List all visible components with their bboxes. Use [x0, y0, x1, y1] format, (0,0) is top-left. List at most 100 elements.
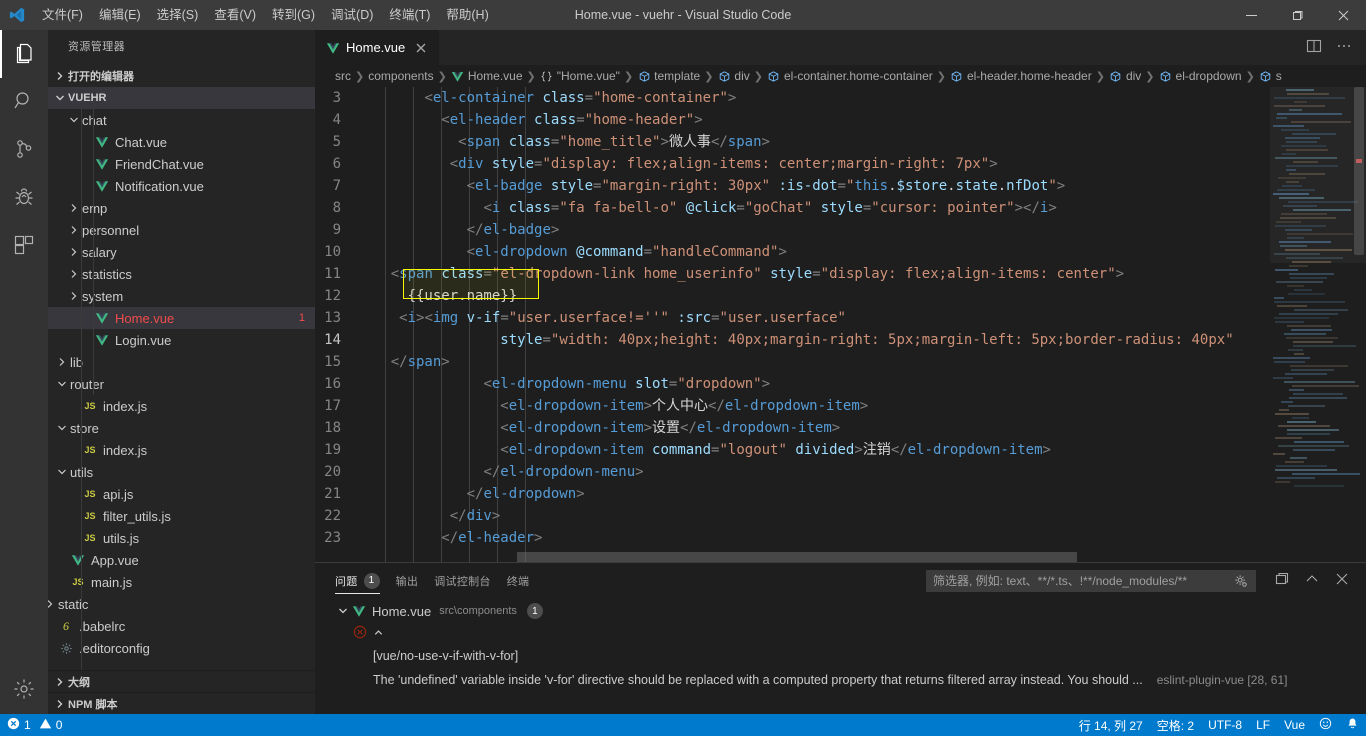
section-npm-scripts[interactable]: NPM 脚本: [48, 692, 315, 714]
breadcrumb-item-src[interactable]: src: [335, 69, 351, 83]
status-cursor-position[interactable]: 行 14, 列 27: [1072, 714, 1150, 736]
code-line[interactable]: 10 <el-dropdown @command="handleCommand"…: [315, 241, 1270, 263]
tree-item-index-js[interactable]: JS index.js: [48, 395, 315, 417]
code-line[interactable]: 13 <i><img v-if="user.userface!=''" :src…: [315, 307, 1270, 329]
code-line[interactable]: 16 <el-dropdown-menu slot="dropdown">: [315, 373, 1270, 395]
tree-item-login-vue[interactable]: Login.vue: [48, 329, 315, 351]
tree-item-system[interactable]: system: [48, 285, 315, 307]
problem-entry-header[interactable]: [315, 622, 1366, 644]
status-feedback[interactable]: [1312, 714, 1339, 736]
code-line[interactable]: 11 <span class="el-dropdown-link home_us…: [315, 263, 1270, 285]
minimize-button[interactable]: [1228, 0, 1274, 30]
tree-item-statistics[interactable]: statistics: [48, 263, 315, 285]
tree-item-home-vue[interactable]: Home.vue 1: [48, 307, 315, 329]
tree-item--editorconfig[interactable]: .editorconfig: [48, 637, 315, 659]
code-line[interactable]: 8 <i class="fa fa-bell-o" @click="goChat…: [315, 197, 1270, 219]
filter-gear-icon[interactable]: [1233, 573, 1249, 589]
collapse-panel-button[interactable]: [1298, 567, 1326, 595]
code-line[interactable]: 5 <span class="home_title">微人事</span>: [315, 131, 1270, 153]
code-line[interactable]: 19 <el-dropdown-item command="logout" di…: [315, 439, 1270, 461]
code-line[interactable]: 7 <el-badge style="margin-right: 30px" :…: [315, 175, 1270, 197]
activity-explorer[interactable]: [0, 30, 48, 78]
code-editor[interactable]: 3 <el-container class="home-container"> 4…: [315, 87, 1366, 562]
breadcrumb-item-components[interactable]: components: [368, 69, 433, 83]
tab-close-icon[interactable]: [413, 40, 429, 56]
status-language-mode[interactable]: Vue: [1277, 714, 1312, 736]
menu-help[interactable]: 帮助(H): [438, 0, 496, 30]
tree-item-static[interactable]: static: [48, 593, 315, 615]
code-line[interactable]: 4 <el-header class="home-header">: [315, 109, 1270, 131]
tree-item-chat-vue[interactable]: Chat.vue: [48, 131, 315, 153]
status-indentation[interactable]: 空格: 2: [1150, 714, 1201, 736]
panel-tab-problems[interactable]: 问题 1: [335, 563, 380, 598]
menu-selection[interactable]: 选择(S): [149, 0, 207, 30]
tree-item--babelrc[interactable]: 6 .babelrc: [48, 615, 315, 637]
activity-debug[interactable]: [0, 174, 48, 222]
tree-item-utils[interactable]: utils: [48, 461, 315, 483]
menu-bar[interactable]: 文件(F) 编辑(E) 选择(S) 查看(V) 转到(G) 调试(D) 终端(T…: [34, 0, 497, 30]
activity-source-control[interactable]: [0, 126, 48, 174]
code-line[interactable]: 22 </div>: [315, 505, 1270, 527]
breadcrumb-item-template[interactable]: template: [637, 69, 700, 83]
menu-view[interactable]: 查看(V): [206, 0, 264, 30]
maximize-button[interactable]: [1274, 0, 1320, 30]
breadcrumb-item-div[interactable]: div: [717, 69, 750, 83]
split-editor-button[interactable]: [1300, 30, 1328, 65]
breadcrumb[interactable]: src ❯ components ❯ Home.vue ❯ "Home.vue" ❯ templ…: [315, 65, 1366, 87]
tree-item-salary[interactable]: salary: [48, 241, 315, 263]
explorer-tree[interactable]: chat Chat.vue FriendChat.vue Notification.v…: [48, 109, 315, 670]
tree-item-personnel[interactable]: personnel: [48, 219, 315, 241]
tree-item-router[interactable]: router: [48, 373, 315, 395]
tree-item-notification-vue[interactable]: Notification.vue: [48, 175, 315, 197]
close-panel-button[interactable]: [1328, 567, 1356, 595]
maximize-panel-button[interactable]: [1268, 567, 1296, 595]
tree-item-lib[interactable]: lib: [48, 351, 315, 373]
status-problems[interactable]: 1 0: [0, 714, 69, 736]
tree-item-store[interactable]: store: [48, 417, 315, 439]
panel-tab-output[interactable]: 输出: [396, 563, 419, 598]
tree-item-utils-js[interactable]: JS utils.js: [48, 527, 315, 549]
breadcrumb-item-home-vue[interactable]: Home.vue: [451, 69, 523, 83]
tree-item-api-js[interactable]: JS api.js: [48, 483, 315, 505]
code-line[interactable]: 18 <el-dropdown-item>设置</el-dropdown-ite…: [315, 417, 1270, 439]
editor-vertical-scrollbar[interactable]: [1352, 87, 1366, 562]
status-encoding[interactable]: UTF-8: [1201, 714, 1249, 736]
code-line[interactable]: 9 </el-badge>: [315, 219, 1270, 241]
problems-filter-input[interactable]: [933, 573, 1233, 588]
tree-item-index-js[interactable]: JS index.js: [48, 439, 315, 461]
close-button[interactable]: [1320, 0, 1366, 30]
code-line[interactable]: 17 <el-dropdown-item>个人中心</el-dropdown-i…: [315, 395, 1270, 417]
section-open-editors[interactable]: 打开的编辑器: [48, 65, 315, 87]
code-line[interactable]: 15 </span>: [315, 351, 1270, 373]
menu-terminal[interactable]: 终端(T): [381, 0, 438, 30]
breadcrumb-item-el-container-home-container[interactable]: el-container.home-container: [767, 69, 933, 83]
panel-tab-terminal[interactable]: 终端: [507, 563, 530, 598]
editor-horizontal-scrollbar[interactable]: [357, 552, 1207, 562]
breadcrumb-item-div[interactable]: div: [1109, 69, 1141, 83]
code-line[interactable]: 14 style="width: 40px;height: 40px;margi…: [315, 329, 1270, 351]
code-line[interactable]: 20 </el-dropdown-menu>: [315, 461, 1270, 483]
breadcrumb-item--home-vue-[interactable]: "Home.vue": [540, 69, 620, 83]
menu-debug[interactable]: 调试(D): [323, 0, 381, 30]
tab-home-vue[interactable]: Home.vue: [315, 30, 440, 65]
tree-item-emp[interactable]: emp: [48, 197, 315, 219]
code-line[interactable]: 6 <div style="display: flex;align-items:…: [315, 153, 1270, 175]
problems-filter-box[interactable]: [926, 569, 1256, 592]
breadcrumb-item-el-header-home-header[interactable]: el-header.home-header: [950, 69, 1092, 83]
status-eol[interactable]: LF: [1249, 714, 1277, 736]
problem-file-row[interactable]: Home.vue src\components 1: [315, 600, 1366, 622]
tree-item-filter-utils-js[interactable]: JS filter_utils.js: [48, 505, 315, 527]
tree-item-app-vue[interactable]: App.vue: [48, 549, 315, 571]
code-content[interactable]: 3 <el-container class="home-container"> 4…: [315, 87, 1270, 562]
tree-item-chat[interactable]: chat: [48, 109, 315, 131]
more-actions-button[interactable]: [1330, 30, 1358, 65]
chevron-up-icon[interactable]: [373, 626, 384, 641]
menu-file[interactable]: 文件(F): [34, 0, 91, 30]
problems-list[interactable]: Home.vue src\components 1 [vue/no-use-v-…: [315, 598, 1366, 714]
breadcrumb-item-el-dropdown[interactable]: el-dropdown: [1159, 69, 1242, 83]
status-notifications[interactable]: [1339, 714, 1366, 736]
code-line[interactable]: 3 <el-container class="home-container">: [315, 87, 1270, 109]
code-line[interactable]: 21 </el-dropdown>: [315, 483, 1270, 505]
panel-tab-debug-console[interactable]: 调试控制台: [434, 563, 491, 598]
chevron-down-icon[interactable]: [335, 603, 351, 619]
